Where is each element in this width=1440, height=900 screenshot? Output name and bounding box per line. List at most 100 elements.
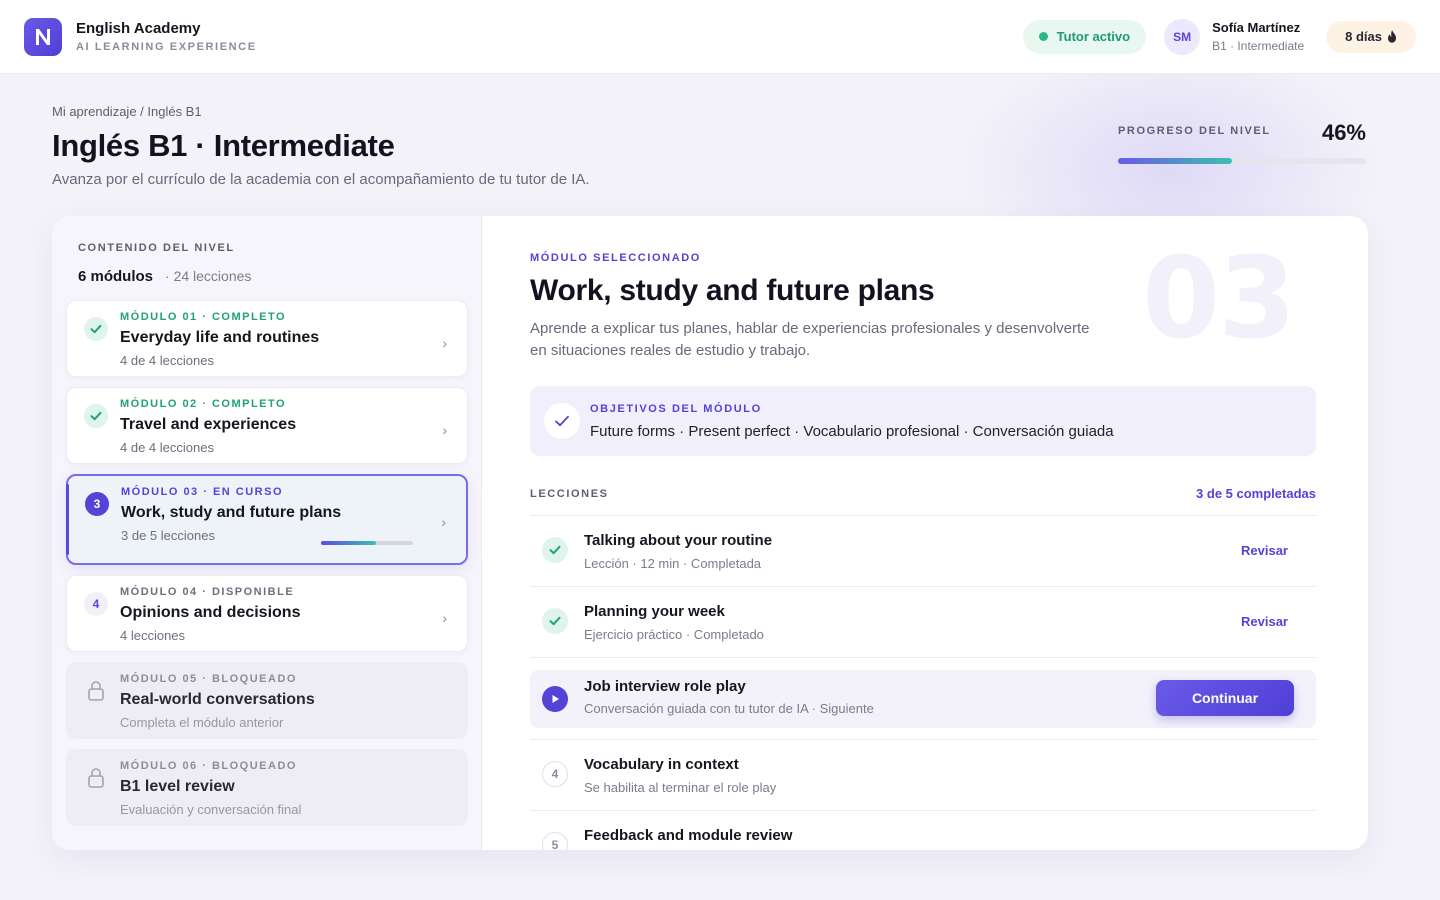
module-number-badge: 4 xyxy=(84,592,108,616)
module-status-tag: MÓDULO 03 · EN CURSO xyxy=(121,486,284,498)
module-title: Work, study and future plans xyxy=(121,504,342,521)
objectives-text: OBJETIVOS DEL MÓDULO Future forms · Pres… xyxy=(590,403,1114,440)
lessons-header: LECCIONES 3 de 5 completadas xyxy=(530,486,1316,501)
module-lessons: Evaluación y conversación final xyxy=(120,802,302,817)
objectives-list: Future forms · Present perfect · Vocabul… xyxy=(590,422,1114,440)
module-objectives: OBJETIVOS DEL MÓDULO Future forms · Pres… xyxy=(530,386,1316,456)
lesson-item-4: 4 Vocabulary in context Se habilita al t… xyxy=(530,740,1316,811)
sidebar-label: CONTENIDO DEL NIVEL xyxy=(78,242,235,254)
module-item-05: MÓDULO 05 · BLOQUEADO Real-world convers… xyxy=(66,662,468,739)
module-lessons: 4 lecciones xyxy=(120,628,186,643)
lesson-title: Feedback and module review xyxy=(584,827,793,844)
lesson-number-badge: 4 xyxy=(542,761,568,787)
module-status-tag: MÓDULO 05 · BLOQUEADO xyxy=(120,673,297,685)
module-status-tag: MÓDULO 06 · BLOQUEADO xyxy=(120,760,297,772)
level-progress: PROGRESO DEL NIVEL 46% xyxy=(1118,120,1366,164)
module-item-03[interactable]: 3 MÓDULO 03 · EN CURSO Work, study and f… xyxy=(66,474,468,565)
module-progress-fill xyxy=(321,541,377,545)
module-complete-badge xyxy=(84,404,108,428)
module-sidebar: CONTENIDO DEL NIVEL 6 módulos · 24 lecci… xyxy=(52,216,482,850)
review-link[interactable]: Revisar xyxy=(1241,614,1288,629)
lesson-meta: Se habilita al terminar el role play xyxy=(584,780,777,795)
lesson-item-2[interactable]: Planning your week Ejercicio práctico · … xyxy=(530,587,1316,658)
objectives-label: OBJETIVOS DEL MÓDULO xyxy=(590,402,762,415)
lesson-item-3[interactable]: Job interview role play Conversación gui… xyxy=(530,658,1316,740)
review-link[interactable]: Revisar xyxy=(1241,543,1288,558)
sidebar-header: CONTENIDO DEL NIVEL 6 módulos · 24 lecci… xyxy=(66,242,467,285)
module-detail: 03 MÓDULO SELECCIONADO Work, study and f… xyxy=(482,216,1368,850)
streak-badge[interactable]: 8 días xyxy=(1326,20,1416,53)
module-title: B1 level review xyxy=(120,778,235,795)
top-bar: English Academy AI LEARNING EXPERIENCE T… xyxy=(0,0,1440,74)
module-number-badge: 3 xyxy=(85,492,109,516)
module-status-tag: MÓDULO 01 · COMPLETO xyxy=(120,311,287,323)
lesson-title: Planning your week xyxy=(584,603,725,620)
level-progress-bar xyxy=(1118,158,1366,164)
sidebar-counts: 6 módulos · 24 lecciones xyxy=(78,268,467,285)
user-name: Sofía Martínez xyxy=(1212,20,1301,35)
chevron-right-icon: › xyxy=(441,514,446,530)
avatar[interactable]: SM xyxy=(1164,18,1201,55)
module-item-01[interactable]: MÓDULO 01 · COMPLETO Everyday life and r… xyxy=(66,300,468,377)
chevron-right-icon: › xyxy=(442,335,447,351)
brand: English Academy AI LEARNING EXPERIENCE xyxy=(76,20,257,53)
selected-module-title: Work, study and future plans xyxy=(530,274,935,307)
lesson-title: Talking about your routine xyxy=(584,532,773,549)
play-icon[interactable] xyxy=(542,686,568,712)
module-lessons: Completa el módulo anterior xyxy=(120,715,284,730)
logo-n-icon xyxy=(36,28,50,45)
lessons-count: · 24 lecciones xyxy=(165,268,252,284)
module-complete-badge xyxy=(84,317,108,341)
module-title: Travel and experiences xyxy=(120,416,297,433)
tutor-status-label: Tutor activo xyxy=(1056,29,1131,44)
chevron-right-icon: › xyxy=(442,422,447,438)
check-icon xyxy=(90,411,102,421)
user-level: B1 · Intermediate xyxy=(1212,39,1305,53)
breadcrumb[interactable]: Mi aprendizaje / Inglés B1 xyxy=(52,104,202,119)
module-status-tag: MÓDULO 04 · DISPONIBLE xyxy=(120,586,295,598)
user-info[interactable]: Sofía Martínez B1 · Intermediate xyxy=(1212,20,1304,53)
lock-icon xyxy=(84,679,108,703)
lesson-meta: Conversación guiada con tu tutor de IA ·… xyxy=(584,701,874,716)
app-logo[interactable] xyxy=(24,17,62,56)
lesson-number-badge: 5 xyxy=(542,832,568,850)
app-tagline: AI LEARNING EXPERIENCE xyxy=(76,41,257,53)
module-lessons: 4 de 4 lecciones xyxy=(120,440,214,455)
page-subtitle: Avanza por el currículo de la academia c… xyxy=(52,171,590,188)
lesson-title: Vocabulary in context xyxy=(584,756,739,773)
check-icon xyxy=(549,616,561,626)
level-progress-fill xyxy=(1118,158,1233,164)
module-status-tag: MÓDULO 02 · COMPLETO xyxy=(120,398,287,410)
module-progress-bar xyxy=(321,541,413,545)
top-right-group: Tutor activo SM Sofía Martínez B1 · Inte… xyxy=(1022,18,1416,55)
tutor-status-badge[interactable]: Tutor activo xyxy=(1022,19,1147,54)
selected-module-description: Aprende a explicar tus planes, hablar de… xyxy=(530,320,1090,359)
level-progress-value: 46% xyxy=(1321,120,1366,145)
module-item-06: MÓDULO 06 · BLOQUEADO B1 level review Ev… xyxy=(66,749,468,826)
module-title: Opinions and decisions xyxy=(120,604,301,621)
lesson-complete-icon xyxy=(542,537,568,563)
lesson-item-1[interactable]: Talking about your routine Lección · 12 … xyxy=(530,516,1316,587)
flame-icon xyxy=(1388,30,1396,43)
streak-label: 8 días xyxy=(1345,29,1382,44)
lesson-title: Job interview role play xyxy=(584,678,746,695)
module-item-02[interactable]: MÓDULO 02 · COMPLETO Travel and experien… xyxy=(66,387,468,464)
module-lessons: 4 de 4 lecciones xyxy=(120,353,214,368)
continue-button[interactable]: Continuar xyxy=(1156,680,1294,716)
lesson-list: Talking about your routine Lección · 12 … xyxy=(530,515,1316,850)
page-title: Inglés B1 · Intermediate xyxy=(52,128,395,163)
lesson-item-5: 5 Feedback and module review xyxy=(530,811,1316,850)
check-icon xyxy=(90,324,102,334)
check-icon xyxy=(549,545,561,555)
lesson-complete-icon xyxy=(542,608,568,634)
curriculum-card: CONTENIDO DEL NIVEL 6 módulos · 24 lecci… xyxy=(52,216,1368,850)
module-item-04[interactable]: 4 MÓDULO 04 · DISPONIBLE Opinions and de… xyxy=(66,575,468,652)
chevron-right-icon: › xyxy=(442,610,447,626)
modules-count: 6 módulos xyxy=(78,268,154,285)
module-list: MÓDULO 01 · COMPLETO Everyday life and r… xyxy=(66,300,468,826)
lesson-meta: Lección · 12 min · Completada xyxy=(584,556,762,571)
lesson-meta: Ejercicio práctico · Completado xyxy=(584,627,764,642)
lessons-label: LECCIONES xyxy=(530,487,609,500)
lessons-completed-count: 3 de 5 completadas xyxy=(1196,486,1316,501)
lock-icon xyxy=(84,766,108,790)
